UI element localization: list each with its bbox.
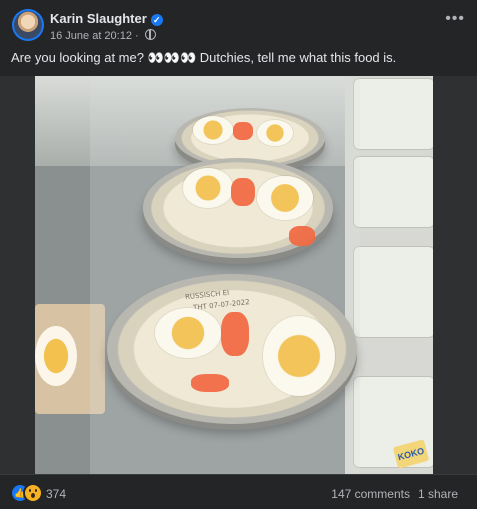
egg-pack [353,78,433,150]
reaction-count[interactable]: 374 [46,487,66,501]
egg-half [263,316,335,396]
verified-badge-icon: ✓ [150,14,163,26]
salmon-garnish [233,122,253,140]
post-caption: Are you looking at me? 👀👀👀 Dutchies, tel… [11,50,397,65]
author-name-text[interactable]: Karin Slaughter [50,11,147,26]
shares-count[interactable]: 1 share [418,487,458,501]
globe-icon[interactable] [144,29,156,40]
egg-pack [353,156,433,228]
egg-pack [353,246,433,338]
author-name[interactable]: Karin Slaughter ✓ [50,11,163,26]
egg-half [257,176,313,220]
post-photo[interactable]: RUSSISCH EI THT 07-07-2022 KOKO [0,76,477,474]
post-header: Karin Slaughter ✓ 16 June at 20:12 · ••• [0,0,477,44]
salmon-garnish [289,226,315,246]
facebook-post: Karin Slaughter ✓ 16 June at 20:12 · ••• … [0,0,477,508]
post-stats: 147 comments 1 share [331,487,458,501]
salmon-garnish [191,374,229,392]
egg-half [193,116,233,144]
author-avatar[interactable] [12,9,44,41]
egg-half [183,168,233,208]
more-options-icon[interactable]: ••• [445,11,465,27]
post-date[interactable]: 16 June at 20:12 [50,30,132,42]
left-egg [35,326,77,386]
salmon-garnish [221,312,249,356]
salmon-garnish [231,178,255,206]
post-footer: 👍 374 147 comments 1 share [0,474,477,509]
egg-half [155,308,221,358]
comments-count[interactable]: 147 comments [331,487,410,501]
wow-reaction-icon[interactable] [25,485,41,501]
post-meta: 16 June at 20:12 · [50,29,156,42]
meta-separator: · [135,30,139,42]
photo-image[interactable]: RUSSISCH EI THT 07-07-2022 KOKO [35,76,433,474]
egg-half [257,120,293,146]
